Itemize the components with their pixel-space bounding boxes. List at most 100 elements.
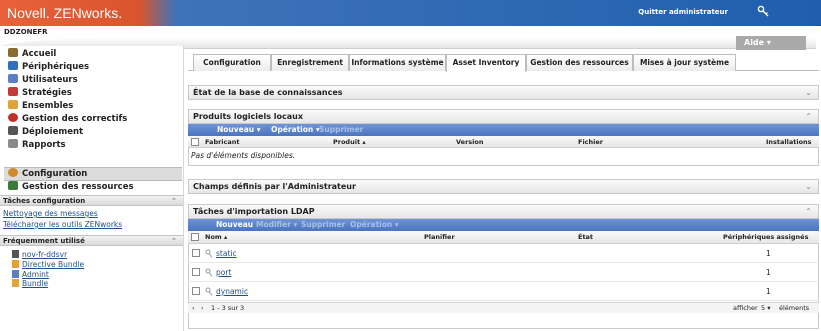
table-row[interactable]: port 1 bbox=[188, 263, 819, 282]
col-name[interactable]: Nom ▴ bbox=[205, 231, 227, 243]
delete-button[interactable]: Supprimer bbox=[319, 124, 363, 136]
per-page-select[interactable]: 5 ▾ bbox=[761, 303, 770, 314]
favorite-directive-bundle[interactable]: Directive Bundle bbox=[12, 260, 84, 269]
logout-link[interactable]: Quitter administrateur bbox=[638, 8, 728, 16]
task-name-link[interactable]: dynamic bbox=[216, 282, 248, 301]
policy-icon bbox=[8, 87, 18, 96]
ldap-title: Tâches d'importation LDAP bbox=[193, 207, 315, 216]
favorite-admint[interactable]: Admint bbox=[12, 270, 49, 279]
col-file[interactable]: Fichier bbox=[578, 136, 603, 148]
nav-item-rapports[interactable]: Rapports bbox=[8, 139, 66, 151]
nav-item-deploiement[interactable]: Déploiement bbox=[8, 126, 83, 138]
collapse-icon[interactable]: ⌃ bbox=[171, 196, 177, 206]
expand-icon[interactable]: ⌄ bbox=[805, 180, 812, 194]
col-schedule[interactable]: Planifier bbox=[424, 231, 455, 243]
tab-configuration[interactable]: Configuration bbox=[193, 54, 271, 71]
local-products-toolbar: Nouveau ▾ Opération ▾ Supprimer bbox=[188, 124, 819, 136]
empty-message: Pas d'éléments disponibles. bbox=[191, 151, 296, 160]
collapse-icon[interactable]: ⌃ bbox=[805, 110, 812, 124]
prev-page-button[interactable]: ‹ bbox=[192, 303, 195, 314]
ldap-header[interactable]: Tâches d'importation LDAP ⌃ bbox=[188, 204, 819, 219]
nav-item-gestion-correctifs[interactable]: Gestion des correctifs bbox=[8, 113, 127, 125]
col-assigned-devices[interactable]: Périphériques assignés bbox=[723, 231, 808, 243]
frequent-panel-header[interactable]: Fréquemment utilisé ⌃ bbox=[0, 235, 183, 246]
nav-label: Utilisateurs bbox=[22, 75, 78, 85]
key-icon[interactable] bbox=[757, 5, 769, 17]
nav-label: Stratégies bbox=[22, 88, 72, 98]
nav-item-accueil[interactable]: Accueil bbox=[8, 48, 56, 60]
tab-asset-inventory[interactable]: Asset Inventory bbox=[446, 54, 526, 72]
local-products-column-header: Fabricant Produit ▴ Version Fichier Inst… bbox=[188, 136, 819, 148]
user-icon bbox=[8, 74, 18, 83]
row-checkbox[interactable] bbox=[192, 287, 200, 295]
col-state[interactable]: État bbox=[578, 231, 593, 243]
server-icon bbox=[12, 250, 19, 258]
col-product[interactable]: Produit ▴ bbox=[333, 136, 366, 148]
select-all-checkbox[interactable] bbox=[191, 233, 199, 241]
row-checkbox[interactable] bbox=[192, 249, 200, 257]
expand-icon[interactable]: ⌄ bbox=[805, 86, 812, 100]
nav-label: Gestion des correctifs bbox=[22, 114, 128, 124]
nav-item-strategies[interactable]: Stratégies bbox=[8, 87, 72, 99]
tasks-panel-title: Tâches configuration bbox=[3, 197, 86, 205]
nav-item-utilisateurs[interactable]: Utilisateurs bbox=[8, 74, 78, 86]
nav-item-gestion-ressources[interactable]: Gestion des ressources bbox=[8, 181, 134, 193]
asset-icon bbox=[8, 181, 18, 190]
patch-icon bbox=[8, 113, 18, 122]
operation-menu-button[interactable]: Opération ▾ bbox=[271, 124, 320, 136]
assigned-count: 1 bbox=[766, 249, 771, 258]
task-link-nettoyage[interactable]: Nettoyage des messages bbox=[3, 209, 98, 218]
nav-label: Accueil bbox=[22, 49, 57, 59]
col-version[interactable]: Version bbox=[456, 136, 483, 148]
tab-enregistrement[interactable]: Enregistrement bbox=[271, 54, 349, 71]
kb-state-header[interactable]: État de la base de connaissances ⌄ bbox=[188, 85, 819, 100]
row-checkbox[interactable] bbox=[192, 268, 200, 276]
local-products-header[interactable]: Produits logiciels locaux ⌃ bbox=[188, 109, 819, 124]
table-row[interactable]: static 1 bbox=[188, 244, 819, 263]
new-button[interactable]: Nouveau bbox=[216, 219, 253, 231]
pager: ‹ › 1 - 3 sur 3 afficher 5 ▾ éléments bbox=[188, 302, 819, 313]
nav-item-configuration[interactable]: Configuration bbox=[8, 168, 87, 180]
task-link-telecharger[interactable]: Télécharger les outils ZENworks bbox=[3, 220, 122, 229]
select-all-checkbox[interactable] bbox=[191, 138, 199, 146]
collapse-icon[interactable]: ⌃ bbox=[805, 205, 812, 219]
nav-label: Périphériques bbox=[22, 62, 90, 72]
delete-button[interactable]: Supprimer bbox=[301, 219, 345, 231]
task-name-link[interactable]: port bbox=[216, 263, 231, 282]
tab-informations-systeme[interactable]: Informations système bbox=[349, 54, 446, 71]
ldap-toolbar: Nouveau Modifier ▾ Supprimer Opération ▾ bbox=[188, 219, 819, 231]
tab-gestion-ressources[interactable]: Gestion des ressources bbox=[526, 54, 633, 71]
items-label: éléments bbox=[779, 304, 810, 312]
tasks-panel-header[interactable]: Tâches configuration ⌃ bbox=[0, 195, 183, 206]
ldap-column-header: Nom ▴ Planifier État Périphériques assig… bbox=[188, 231, 819, 244]
task-name-link[interactable]: static bbox=[216, 244, 237, 263]
local-products-title: Produits logiciels locaux bbox=[193, 112, 303, 121]
bundle-icon bbox=[8, 100, 18, 109]
configuration-icon bbox=[8, 168, 18, 177]
assigned-count: 1 bbox=[766, 268, 771, 277]
favorite-bundle[interactable]: Bundle bbox=[12, 279, 48, 288]
operation-menu-button[interactable]: Opération ▾ bbox=[350, 219, 399, 231]
nav-item-peripheriques[interactable]: Périphériques bbox=[8, 61, 89, 73]
ldap-task-icon bbox=[205, 287, 213, 296]
admin-fields-header[interactable]: Champs définis par l'Administrateur ⌄ bbox=[188, 179, 819, 194]
favorite-label: Admint bbox=[22, 270, 49, 279]
ldap-task-icon bbox=[205, 268, 213, 277]
new-menu-button[interactable]: Nouveau ▾ bbox=[217, 124, 261, 136]
assigned-count: 1 bbox=[766, 287, 771, 296]
col-installs[interactable]: Installations bbox=[766, 136, 812, 148]
favorite-nov-fr-ddsvr[interactable]: nov-fr-ddsvr bbox=[12, 250, 67, 259]
col-manufacturer[interactable]: Fabricant bbox=[205, 136, 240, 148]
next-page-button[interactable]: › bbox=[201, 303, 204, 314]
edit-menu-button[interactable]: Modifier ▾ bbox=[256, 219, 297, 231]
tab-bar: Configuration Enregistrement Information… bbox=[188, 54, 819, 72]
nav-label: Rapports bbox=[22, 140, 66, 150]
nav-item-ensembles[interactable]: Ensembles bbox=[8, 100, 73, 112]
ldap-task-icon bbox=[205, 249, 213, 258]
favorite-label: Bundle bbox=[22, 279, 49, 288]
kb-state-title: État de la base de connaissances bbox=[193, 88, 343, 97]
collapse-icon[interactable]: ⌃ bbox=[171, 236, 177, 246]
table-row[interactable]: dynamic 1 bbox=[188, 282, 819, 301]
nav-label: Ensembles bbox=[22, 101, 74, 111]
tab-mises-a-jour[interactable]: Mises à jour système bbox=[633, 54, 736, 71]
